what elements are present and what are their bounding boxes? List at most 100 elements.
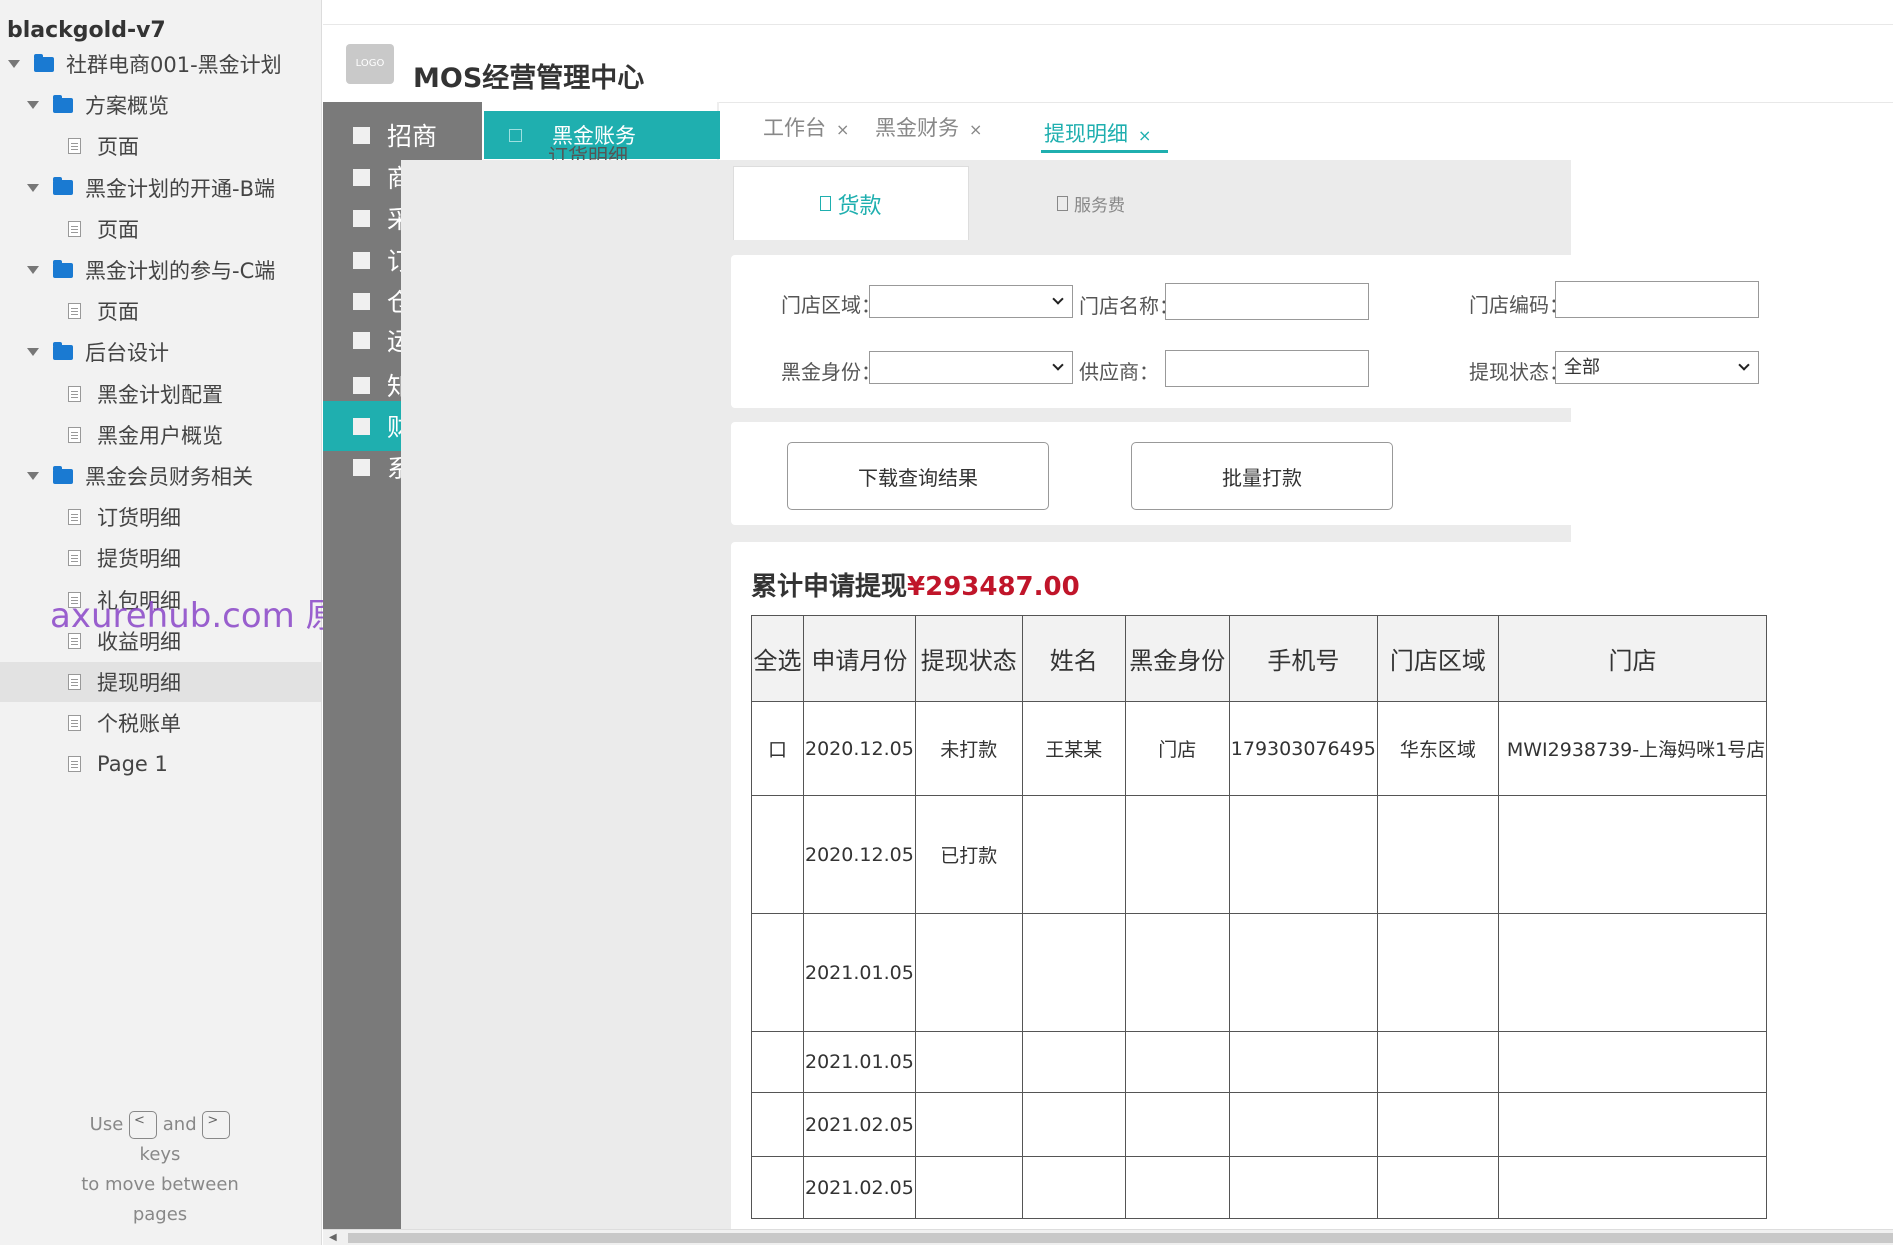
region-select[interactable] — [869, 285, 1073, 318]
supplier-label: 供应商： — [1079, 360, 1159, 384]
next-key-icon: > — [202, 1111, 231, 1139]
tree-item[interactable]: 社群电商001-黑金计划 — [0, 44, 321, 84]
tab-workbench[interactable]: 工作台 × — [763, 112, 849, 142]
tree-item-label: 后台设计 — [85, 341, 169, 366]
store-name-input[interactable] — [1165, 283, 1369, 320]
tree-item[interactable]: 黑金计划的开通-B端 — [0, 168, 321, 208]
column-header: 提现状态 — [914, 615, 1023, 702]
column-header: 申请月份 — [803, 615, 916, 702]
row-checkbox[interactable] — [751, 1031, 804, 1093]
chevron-down-icon — [1052, 293, 1064, 305]
table-cell — [1021, 913, 1126, 1032]
table-body: 口 2020.12.05 未打款 王某某 门店 179303076495 华东区域 MWI29… — [751, 701, 1768, 1219]
close-icon[interactable]: × — [836, 120, 849, 139]
table-cell — [914, 913, 1023, 1032]
tree-item[interactable]: 黑金用户概览 — [0, 415, 321, 455]
row-checkbox[interactable] — [751, 795, 804, 914]
chevron-down-icon — [1052, 359, 1064, 371]
tree-item-label: 提货明细 — [97, 547, 181, 572]
row-checkbox[interactable] — [751, 1092, 804, 1157]
tree-item[interactable]: Page 1 — [0, 744, 321, 784]
close-icon[interactable]: × — [969, 120, 982, 139]
close-icon[interactable]: × — [1138, 126, 1151, 145]
tab-blackgold-finance[interactable]: 黑金财务 × — [875, 112, 982, 142]
status-label: 提现状态： — [1469, 360, 1569, 384]
store-code-input[interactable] — [1555, 281, 1759, 318]
subtab-goods-payment[interactable]: 货款 — [733, 166, 969, 240]
table-cell — [1497, 913, 1768, 1032]
scroll-left-arrow-icon[interactable]: ◀ — [329, 1232, 337, 1243]
table-row: 口 2020.12.05 未打款 王某某 门店 179303076495 华东区域 MWI29… — [751, 701, 1768, 796]
tab-label: 提现明细 — [1044, 122, 1128, 146]
hint-keys: keys — [139, 1144, 181, 1165]
download-results-button[interactable]: 下载查询结果 — [787, 442, 1049, 510]
horizontal-scrollbar[interactable]: ◀ — [323, 1229, 1893, 1245]
tree-item[interactable]: 页面 — [0, 291, 321, 331]
tree-item-label: 页面 — [97, 300, 139, 325]
table-cell — [1376, 1031, 1499, 1093]
expand-triangle-icon[interactable] — [27, 266, 39, 274]
table-cell: 2021.02.05 — [803, 1092, 916, 1157]
withdrawal-summary: 累计申请提现¥293487.00 — [751, 566, 1080, 603]
tree-item[interactable]: 黑金计划配置 — [0, 374, 321, 414]
tree-item[interactable]: 提现明细 — [0, 662, 321, 702]
tree-item-label: 方案概览 — [85, 94, 169, 119]
tree-item[interactable]: 订货明细 — [0, 497, 321, 537]
table-cell: MWI2938739-上海妈咪1号店 — [1497, 701, 1768, 796]
subtab-label: 货款 — [837, 193, 882, 219]
tree-item-label: 黑金计划配置 — [97, 382, 223, 407]
tree-item[interactable]: 页面 — [0, 126, 321, 166]
folder-icon — [53, 341, 73, 360]
row-checkbox[interactable]: 口 — [751, 701, 804, 796]
logo: LOGO — [346, 44, 394, 84]
row-checkbox[interactable] — [751, 913, 804, 1032]
tree-item[interactable]: 个税账单 — [0, 703, 321, 743]
column-header[interactable]: 全选 — [751, 615, 804, 702]
tree-item[interactable]: 提货明细 — [0, 538, 321, 578]
payment-type-tabs: 货款 服务费 — [731, 166, 1893, 240]
main-nav-label: 招商 — [387, 122, 438, 151]
table-cell — [1021, 1031, 1126, 1093]
chevron-down-icon — [1738, 359, 1750, 371]
expand-triangle-icon[interactable] — [27, 183, 39, 192]
subtab-service-fee[interactable]: 服务费 — [991, 166, 1191, 240]
table-row: 2021.02.05 — [751, 1156, 1768, 1219]
tab-withdrawal-details[interactable]: 提现明细 × — [1044, 118, 1151, 148]
summary-label: 累计申请提现 — [751, 572, 908, 602]
table-cell: 未打款 — [914, 701, 1023, 796]
tree-item-label: 页面 — [97, 217, 139, 242]
tree-item-label: 订货明细 — [97, 506, 181, 531]
status-select[interactable]: 全部 — [1555, 351, 1759, 384]
folder-icon — [53, 465, 73, 484]
supplier-input[interactable] — [1165, 350, 1369, 387]
top-strip — [323, 0, 1893, 25]
tree-item[interactable]: 方案概览 — [0, 85, 321, 125]
expand-triangle-icon[interactable] — [27, 348, 39, 357]
table-panel: 累计申请提现¥293487.00 全选 申请月份 提现状态 姓名 黑金身份 手机号 门店区域… — [731, 542, 1893, 1245]
page-icon — [68, 756, 81, 773]
table-cell — [1021, 795, 1126, 914]
column-header: 黑金身份 — [1124, 615, 1230, 702]
tree-item[interactable]: 黑金计划的参与-C端 — [0, 250, 321, 290]
filter-panel: 门店区域： 门店名称： 门店编码： 黑金身份： 供应商： 提现状态： 全部 — [731, 255, 1893, 408]
table-cell — [1124, 1092, 1230, 1157]
nav-square-icon — [353, 209, 370, 227]
table-cell — [1228, 1092, 1378, 1157]
identity-select[interactable] — [869, 351, 1073, 384]
tree-item[interactable]: 后台设计 — [0, 332, 321, 372]
tree-item[interactable]: 页面 — [0, 209, 321, 249]
scrollbar-thumb[interactable] — [348, 1233, 1893, 1243]
table-cell — [1124, 1156, 1230, 1219]
row-checkbox[interactable] — [751, 1156, 804, 1219]
expand-triangle-icon[interactable] — [8, 60, 20, 68]
hint-and: and — [162, 1114, 197, 1135]
page-icon — [68, 715, 81, 732]
table-row: 2020.12.05 已打款 — [751, 795, 1768, 914]
expand-triangle-icon[interactable] — [27, 101, 39, 110]
tree-item[interactable]: 黑金会员财务相关 — [0, 456, 321, 496]
table-cell — [1021, 1092, 1126, 1157]
checkbox-icon — [820, 196, 832, 211]
expand-triangle-icon[interactable] — [27, 472, 39, 480]
batch-pay-button[interactable]: 批量打款 — [1131, 442, 1393, 510]
tree-item-label: 页面 — [97, 135, 139, 160]
